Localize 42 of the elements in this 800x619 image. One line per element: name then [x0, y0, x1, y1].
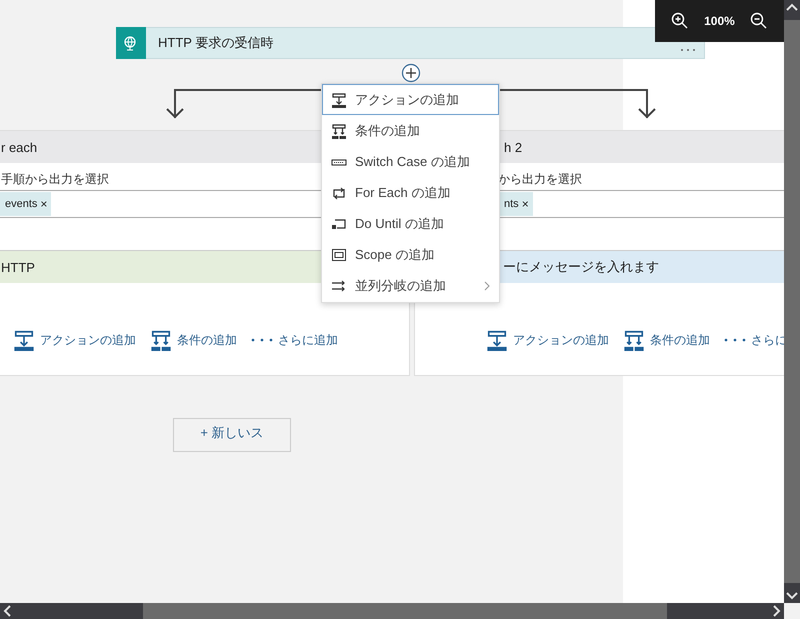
- menu-item[interactable]: 条件の追加: [322, 115, 499, 146]
- add-action-icon: [486, 329, 508, 351]
- menu-item[interactable]: For Each の追加: [322, 177, 499, 208]
- token-chip[interactable]: nts ×: [498, 192, 533, 216]
- add-link[interactable]: 条件の追加: [150, 329, 237, 351]
- zoom-out-icon[interactable]: [750, 12, 768, 30]
- action-title: HTTP: [1, 260, 35, 274]
- add-link[interactable]: アクションの追加: [486, 329, 609, 351]
- add-action-icon: [13, 329, 35, 351]
- add-step-icon[interactable]: [401, 63, 421, 83]
- card-title: r each: [1, 140, 38, 154]
- menu-item[interactable]: Scope の追加: [322, 239, 499, 270]
- trigger-title: HTTP 要求の受信時: [158, 34, 274, 52]
- card-title: h 2: [504, 140, 522, 154]
- menu-item[interactable]: Do Until の追加: [322, 208, 499, 239]
- zoom-level: 100%: [704, 14, 735, 28]
- new-step-button[interactable]: + 新しいス: [173, 418, 291, 452]
- add-condition-icon: [623, 329, 645, 351]
- trigger-card[interactable]: HTTP 要求の受信時: [116, 27, 705, 59]
- chevron-icon: [484, 280, 490, 290]
- more-icon: [724, 338, 746, 342]
- more-icon[interactable]: [680, 48, 696, 52]
- menu-item[interactable]: Switch Case の追加: [322, 146, 499, 177]
- more-icon: [251, 338, 273, 342]
- field-label: 手順から出力を選択: [1, 171, 109, 188]
- add-condition-icon: [150, 329, 172, 351]
- parallel-icon: [331, 278, 347, 294]
- menu-item[interactable]: アクションの追加: [322, 84, 499, 115]
- menu-item[interactable]: 並列分岐の追加: [322, 270, 499, 301]
- token-chip[interactable]: events ×: [0, 192, 52, 216]
- add-link[interactable]: さらに追加: [251, 332, 338, 348]
- add-action-icon: [331, 92, 347, 108]
- vertical-scrollbar[interactable]: [784, 0, 800, 603]
- action-title: ーにメッセージを入れます: [503, 258, 659, 276]
- add-link[interactable]: 条件の追加: [623, 329, 710, 351]
- add-link[interactable]: アクションの追加: [13, 329, 136, 351]
- horizontal-scrollbar[interactable]: [0, 603, 784, 619]
- scope-icon: [331, 246, 347, 262]
- add-condition-icon: [331, 122, 347, 138]
- zoom-in-icon[interactable]: [670, 12, 689, 30]
- globe-icon: [116, 26, 146, 58]
- loop-icon: [331, 184, 347, 200]
